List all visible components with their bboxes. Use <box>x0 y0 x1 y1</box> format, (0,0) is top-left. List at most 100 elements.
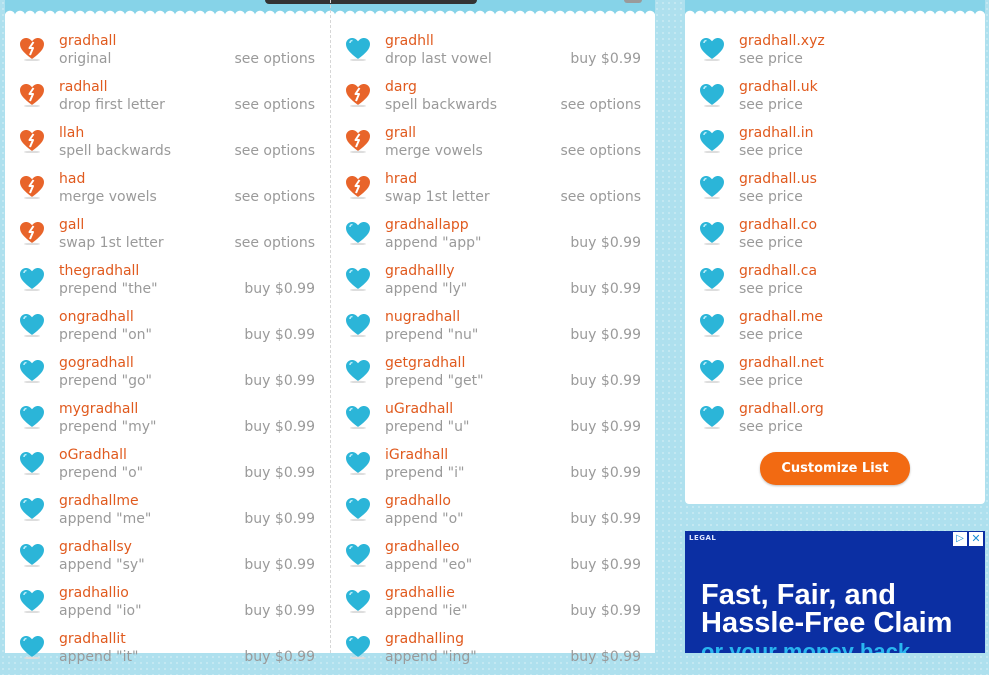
result-name-link[interactable]: gradhallie <box>385 585 455 601</box>
result-name-link[interactable]: gradhallit <box>59 631 126 647</box>
result-row[interactable]: gogradhall prepend "go" buy $0.99 <box>5 353 325 399</box>
result-name-link[interactable]: gradhallapp <box>385 217 469 233</box>
see-price-link[interactable]: see price <box>739 419 803 435</box>
result-name-link[interactable]: gradhallsy <box>59 539 132 555</box>
see-price-link[interactable]: see price <box>739 189 803 205</box>
result-row[interactable]: gradhall.co see price <box>685 215 989 261</box>
result-action-link[interactable]: buy $0.99 <box>244 373 315 389</box>
result-action-link[interactable]: see options <box>234 143 315 159</box>
ad-headline[interactable]: Fast, Fair, and Hassle-Free Claim <box>701 581 981 638</box>
result-action-link[interactable]: buy $0.99 <box>570 649 641 665</box>
result-action-link[interactable]: see options <box>234 97 315 113</box>
result-name-link[interactable]: gradhall.org <box>739 401 824 417</box>
result-action-link[interactable]: buy $0.99 <box>570 373 641 389</box>
see-price-link[interactable]: see price <box>739 51 803 67</box>
result-action-link[interactable]: buy $0.99 <box>570 327 641 343</box>
result-row[interactable]: gradhallo append "o" buy $0.99 <box>331 491 651 537</box>
ad-subline[interactable]: or your money back <box>701 639 910 653</box>
result-name-link[interactable]: gradhall <box>59 33 116 49</box>
result-row[interactable]: gradhallapp append "app" buy $0.99 <box>331 215 651 261</box>
result-row[interactable]: had merge vowels see options <box>5 169 325 215</box>
result-action-link[interactable]: buy $0.99 <box>244 465 315 481</box>
result-name-link[interactable]: gradhall.ca <box>739 263 817 279</box>
result-name-link[interactable]: had <box>59 171 85 187</box>
result-name-link[interactable]: gradhalleo <box>385 539 460 555</box>
result-name-link[interactable]: gradhall.uk <box>739 79 818 95</box>
ad-close-icon[interactable]: ✕ <box>969 532 983 546</box>
result-action-link[interactable]: buy $0.99 <box>244 557 315 573</box>
result-action-link[interactable]: buy $0.99 <box>570 511 641 527</box>
result-action-link[interactable]: see options <box>560 143 641 159</box>
result-action-link[interactable]: buy $0.99 <box>570 603 641 619</box>
result-row[interactable]: gradhallio append "io" buy $0.99 <box>5 583 325 629</box>
result-row[interactable]: ongradhall prepend "on" buy $0.99 <box>5 307 325 353</box>
result-row[interactable]: getgradhall prepend "get" buy $0.99 <box>331 353 651 399</box>
see-price-link[interactable]: see price <box>739 235 803 251</box>
result-action-link[interactable]: buy $0.99 <box>570 419 641 435</box>
result-row[interactable]: gradhallit append "it" buy $0.99 <box>5 629 325 675</box>
result-row[interactable]: darg spell backwards see options <box>331 77 651 123</box>
result-row[interactable]: llah spell backwards see options <box>5 123 325 169</box>
result-action-link[interactable]: buy $0.99 <box>570 235 641 251</box>
result-row[interactable]: gradhalling append "ing" buy $0.99 <box>331 629 651 675</box>
result-row[interactable]: uGradhall prepend "u" buy $0.99 <box>331 399 651 445</box>
result-name-link[interactable]: gradhallly <box>385 263 455 279</box>
result-action-link[interactable]: buy $0.99 <box>244 603 315 619</box>
result-name-link[interactable]: llah <box>59 125 84 141</box>
result-name-link[interactable]: gradhallo <box>385 493 451 509</box>
result-row[interactable]: gradhall.ca see price <box>685 261 989 307</box>
result-row[interactable]: gradhallie append "ie" buy $0.99 <box>331 583 651 629</box>
result-row[interactable]: gradhall.net see price <box>685 353 989 399</box>
result-action-link[interactable]: buy $0.99 <box>244 649 315 665</box>
result-row[interactable]: gradhalleo append "eo" buy $0.99 <box>331 537 651 583</box>
result-action-link[interactable]: buy $0.99 <box>244 511 315 527</box>
result-action-link[interactable]: see options <box>234 235 315 251</box>
result-action-link[interactable]: see options <box>560 189 641 205</box>
see-price-link[interactable]: see price <box>739 281 803 297</box>
result-name-link[interactable]: ongradhall <box>59 309 134 325</box>
result-name-link[interactable]: getgradhall <box>385 355 465 371</box>
result-row[interactable]: oGradhall prepend "o" buy $0.99 <box>5 445 325 491</box>
result-name-link[interactable]: radhall <box>59 79 107 95</box>
result-row[interactable]: gall swap 1st letter see options <box>5 215 325 261</box>
result-row[interactable]: nugradhall prepend "nu" buy $0.99 <box>331 307 651 353</box>
result-row[interactable]: gradhallly append "ly" buy $0.99 <box>331 261 651 307</box>
result-row[interactable]: iGradhall prepend "i" buy $0.99 <box>331 445 651 491</box>
result-name-link[interactable]: mygradhall <box>59 401 138 417</box>
result-name-link[interactable]: hrad <box>385 171 417 187</box>
result-row[interactable]: gradhall.me see price <box>685 307 989 353</box>
result-action-link[interactable]: see options <box>560 97 641 113</box>
result-row[interactable]: gradhall.uk see price <box>685 77 989 123</box>
result-row[interactable]: gradhallme append "me" buy $0.99 <box>5 491 325 537</box>
customize-list-button[interactable]: Customize List <box>760 452 910 485</box>
result-row[interactable]: gradhallsy append "sy" buy $0.99 <box>5 537 325 583</box>
result-row[interactable]: thegradhall prepend "the" buy $0.99 <box>5 261 325 307</box>
result-name-link[interactable]: gradhall.us <box>739 171 817 187</box>
see-price-link[interactable]: see price <box>739 327 803 343</box>
result-row[interactable]: gradhall original see options <box>5 31 325 77</box>
result-name-link[interactable]: nugradhall <box>385 309 460 325</box>
see-price-link[interactable]: see price <box>739 97 803 113</box>
result-name-link[interactable]: gradhall.co <box>739 217 817 233</box>
result-name-link[interactable]: gradhall.in <box>739 125 814 141</box>
result-row[interactable]: gradhall.us see price <box>685 169 989 215</box>
result-action-link[interactable]: buy $0.99 <box>244 327 315 343</box>
see-price-link[interactable]: see price <box>739 143 803 159</box>
result-name-link[interactable]: gradhall.net <box>739 355 824 371</box>
result-name-link[interactable]: gradhll <box>385 33 434 49</box>
result-name-link[interactable]: gradhallio <box>59 585 129 601</box>
result-name-link[interactable]: gogradhall <box>59 355 134 371</box>
see-price-link[interactable]: see price <box>739 373 803 389</box>
result-name-link[interactable]: gradhallme <box>59 493 139 509</box>
ad-choices-icon[interactable]: ▷ <box>953 532 967 546</box>
advertisement[interactable]: LEGAL ▷ ✕ Fast, Fair, and Hassle-Free Cl… <box>685 531 985 653</box>
result-name-link[interactable]: darg <box>385 79 417 95</box>
result-row[interactable]: gradhll drop last vowel buy $0.99 <box>331 31 651 77</box>
result-row[interactable]: gradhall.xyz see price <box>685 31 989 77</box>
result-name-link[interactable]: oGradhall <box>59 447 127 463</box>
result-name-link[interactable]: iGradhall <box>385 447 448 463</box>
result-action-link[interactable]: buy $0.99 <box>570 281 641 297</box>
result-action-link[interactable]: buy $0.99 <box>244 281 315 297</box>
result-row[interactable]: radhall drop first letter see options <box>5 77 325 123</box>
result-name-link[interactable]: thegradhall <box>59 263 139 279</box>
